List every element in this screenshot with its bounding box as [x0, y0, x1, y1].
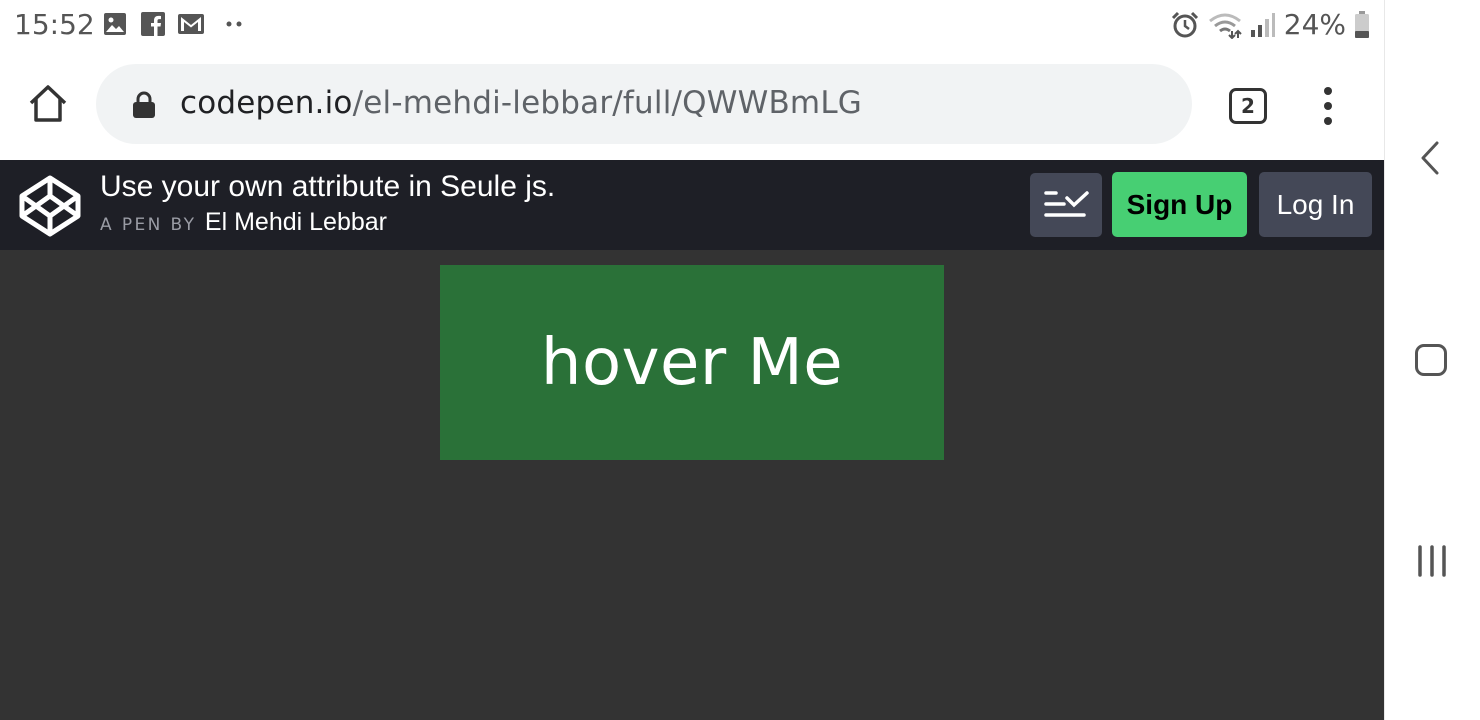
pen-by-label: A PEN BY [100, 215, 197, 235]
pen-title: Use your own attribute in Seule js. [100, 170, 556, 203]
battery-icon [1355, 10, 1369, 38]
hover-me-box[interactable]: hover Me [440, 265, 944, 460]
signal-icon [1250, 12, 1275, 37]
back-icon[interactable] [1417, 140, 1445, 176]
codepen-header: Use your own attribute in Seule js. A PE… [0, 160, 1384, 250]
pen-byline: A PEN BY El Mehdi Lebbar [100, 208, 387, 237]
wifi-icon [1208, 13, 1242, 39]
pen-details-button[interactable] [1030, 173, 1102, 237]
status-time: 15:52 [14, 8, 95, 41]
tab-switcher-button[interactable]: 2 [1229, 88, 1267, 124]
nav-home-button[interactable] [1415, 344, 1447, 376]
recent-apps-icon[interactable] [1417, 545, 1449, 577]
gmail-icon [178, 14, 204, 34]
more-options-icon[interactable] [1316, 86, 1340, 126]
status-bar: 15:52 24% [0, 0, 1384, 50]
hover-me-text: hover Me [540, 325, 844, 400]
browser-toolbar: codepen.io/el-mehdi-lebbar/full/QWWBmLG … [0, 50, 1384, 160]
more-dots-icon [226, 21, 242, 27]
codepen-logo-icon[interactable] [18, 174, 82, 238]
details-list-icon [1044, 191, 1089, 217]
image-icon [104, 13, 126, 35]
login-button[interactable]: Log In [1259, 172, 1372, 237]
pen-result-area: hover Me [0, 250, 1384, 720]
alarm-icon [1171, 11, 1198, 37]
lock-icon [133, 91, 155, 118]
android-nav-bar [1384, 0, 1480, 720]
status-system-icons: 24% [1170, 8, 1370, 41]
facebook-icon [141, 12, 165, 36]
url-path: /el-mehdi-lebbar/full/QWWBmLG [352, 85, 863, 121]
pen-author-link[interactable]: El Mehdi Lebbar [205, 208, 387, 236]
signup-button[interactable]: Sign Up [1112, 172, 1247, 237]
url-text[interactable]: codepen.io/el-mehdi-lebbar/full/QWWBmLG [180, 85, 862, 121]
battery-percent: 24% [1283, 8, 1346, 41]
address-bar[interactable]: codepen.io/el-mehdi-lebbar/full/QWWBmLG [96, 64, 1192, 144]
home-icon[interactable] [26, 82, 70, 126]
url-host: codepen.io [180, 85, 353, 121]
